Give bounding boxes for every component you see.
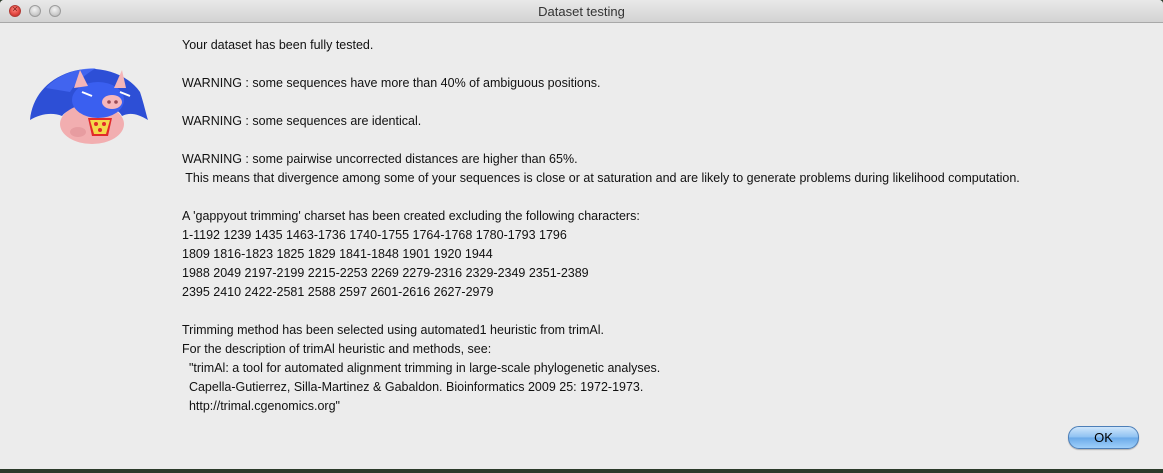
title-bar[interactable]: × Dataset testing xyxy=(0,0,1163,23)
message-line: A 'gappyout trimming' charset has been c… xyxy=(182,209,640,223)
superhero-pig-icon xyxy=(30,68,148,144)
ok-button[interactable]: OK xyxy=(1068,426,1139,449)
dialog-window: × Dataset testing Your dataset has been … xyxy=(0,0,1163,469)
message-line: WARNING : some sequences have more than … xyxy=(182,76,601,90)
message-line: This means that divergence among some of… xyxy=(182,171,1020,185)
message-line: Trimming method has been selected using … xyxy=(182,323,604,337)
message-line: For the description of trimAl heuristic … xyxy=(182,342,492,356)
message-line: Capella-Gutierrez, Silla-Martinez & Gaba… xyxy=(182,380,644,394)
message-line: 2395 2410 2422-2581 2588 2597 2601-2616 … xyxy=(182,285,494,299)
message-spacer xyxy=(182,188,1152,207)
message-spacer xyxy=(182,302,1152,321)
message-line: WARNING : some sequences are identical. xyxy=(182,114,422,128)
window-title: Dataset testing xyxy=(538,4,625,19)
message-line: WARNING : some pairwise uncorrected dist… xyxy=(182,152,578,166)
message-spacer xyxy=(182,55,1152,74)
message-line: Your dataset has been fully tested. xyxy=(182,38,374,52)
message-line: 1809 1816-1823 1825 1829 1841-1848 1901 … xyxy=(182,247,493,261)
dialog-message: Your dataset has been fully tested. WARNI… xyxy=(182,36,1152,416)
message-spacer xyxy=(182,131,1152,150)
message-spacer xyxy=(182,93,1152,112)
message-line: 1-1192 1239 1435 1463-1736 1740-1755 176… xyxy=(182,228,567,242)
message-line: 1988 2049 2197-2199 2215-2253 2269 2279-… xyxy=(182,266,589,280)
message-line: "trimAl: a tool for automated alignment … xyxy=(182,361,661,375)
message-line: http://trimal.cgenomics.org" xyxy=(182,399,340,413)
